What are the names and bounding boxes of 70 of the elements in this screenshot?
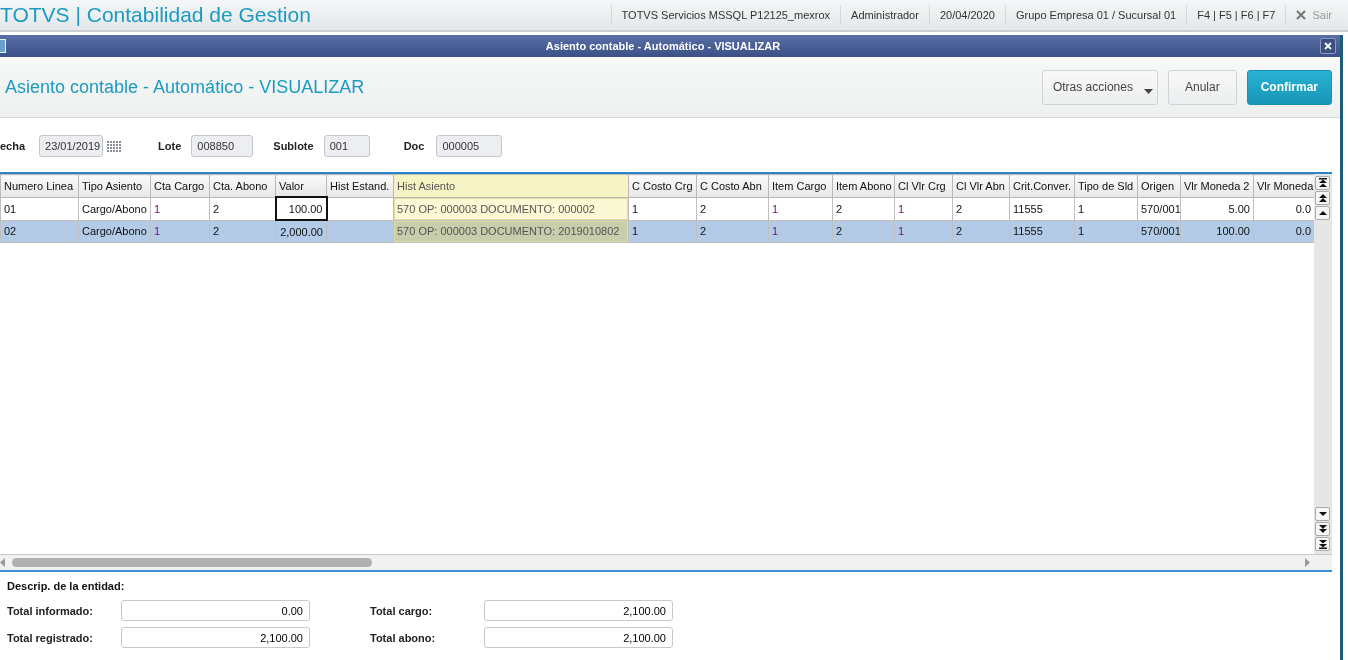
table-cell: 100.00 [275, 197, 327, 220]
field-label: Doc [403, 140, 425, 152]
column-header[interactable]: Vlr Moneda 2 [1180, 174, 1254, 197]
total-field[interactable]: 2,100.00 [484, 600, 673, 621]
table-cell: 570 OP: 000003 DOCUMENTO: 000002 [393, 197, 629, 220]
column-header[interactable]: Hist Estand. [326, 174, 394, 197]
field-label: Lote [158, 140, 182, 152]
scroll-bottom-icon [1317, 539, 1328, 549]
column-header[interactable]: C Costo Crg [628, 174, 697, 197]
column-header[interactable]: Numero Linea [0, 174, 79, 197]
field-label: Total cargo: [370, 604, 434, 617]
column-header[interactable]: Cl Vlr Crg [894, 174, 953, 197]
column-header[interactable]: Cta Cargo [150, 174, 210, 197]
column-header[interactable]: Hist Asiento [393, 174, 629, 197]
column-header[interactable]: Origen [1137, 174, 1181, 197]
up-arrow-icon [1317, 208, 1328, 218]
window-icon [0, 39, 6, 53]
table-cell: 02 [0, 220, 79, 243]
calendar-icon[interactable] [107, 139, 123, 153]
column-header[interactable]: Tipo Asiento [78, 174, 151, 197]
field-label: echa [0, 140, 26, 152]
column-header[interactable]: C Costo Abn [696, 174, 769, 197]
total-field[interactable]: 0.00 [121, 600, 310, 621]
scroll-top-icon [1317, 178, 1328, 188]
column-header[interactable]: Item Cargo [768, 174, 833, 197]
total-field[interactable]: 2,100.00 [484, 627, 673, 648]
page-down-button[interactable] [1315, 522, 1330, 536]
field-label: Sublote [273, 140, 314, 152]
status-item: F4 | F5 | F6 | F7 [1186, 5, 1286, 25]
column-header[interactable]: Tipo de Sld [1074, 174, 1138, 197]
field-label: Total registrado: [7, 631, 94, 644]
scroll-bottom-button[interactable] [1315, 537, 1330, 551]
vertical-scrollbar[interactable] [1314, 174, 1332, 554]
field-label: Descrip. de la entidad: [7, 580, 126, 592]
form-heading: Asiento contable - Automático - VISUALIZAR [5, 76, 366, 98]
close-icon [1324, 42, 1332, 50]
text-field[interactable]: 000005 [436, 135, 503, 157]
actions-dropdown-button[interactable]: Otras acciones [1041, 69, 1158, 105]
scroll-down-button[interactable] [1315, 507, 1330, 521]
scroll-up-button[interactable] [1315, 206, 1330, 220]
close-icon [1296, 10, 1307, 20]
text-field[interactable]: 001 [323, 135, 370, 157]
text-field[interactable]: 008850 [191, 135, 254, 157]
table-cell: 570 OP: 000003 DOCUMENTO: 2019010802 [393, 220, 629, 243]
down-arrow-icon [1317, 509, 1328, 519]
column-header[interactable]: Vlr Moneda [1253, 174, 1314, 197]
close-button[interactable] [1320, 38, 1336, 54]
cancel-button[interactable]: Anular [1167, 69, 1237, 105]
scrollbar-thumb[interactable] [12, 558, 372, 567]
double-up-arrow-icon [1317, 193, 1328, 203]
column-header[interactable]: Item Abono [832, 174, 895, 197]
scroll-top-button[interactable] [1315, 176, 1330, 190]
column-header[interactable]: Crit.Conver. [1009, 174, 1075, 197]
page-up-button[interactable] [1315, 191, 1330, 205]
horizontal-scrollbar[interactable] [0, 554, 1332, 570]
status-item: TOTVS Servicios MSSQL P12125_mexrox [610, 5, 841, 25]
status-item: Administrador [840, 5, 929, 25]
status-item: 20/04/2020 [928, 5, 1005, 25]
caret-icon [1143, 88, 1153, 95]
field-label: Total abono: [370, 631, 437, 644]
app-title: TOTVS | Contabilidad de Gestion [0, 3, 311, 27]
status-item: Grupo Empresa 01 / Sucursal 01 [1004, 5, 1187, 25]
field-label: Total informado: [7, 604, 94, 617]
date-field[interactable]: 23/01/2019 [39, 135, 104, 157]
column-header[interactable]: Cta. Abono [209, 174, 276, 197]
total-field[interactable]: 2,100.00 [121, 627, 310, 648]
column-header[interactable]: Cl Vlr Abn [952, 174, 1010, 197]
window-title: Asiento contable - Automático - VISUALIZAR [544, 40, 782, 52]
double-down-arrow-icon [1317, 524, 1328, 534]
table-cell: 01 [0, 197, 79, 220]
